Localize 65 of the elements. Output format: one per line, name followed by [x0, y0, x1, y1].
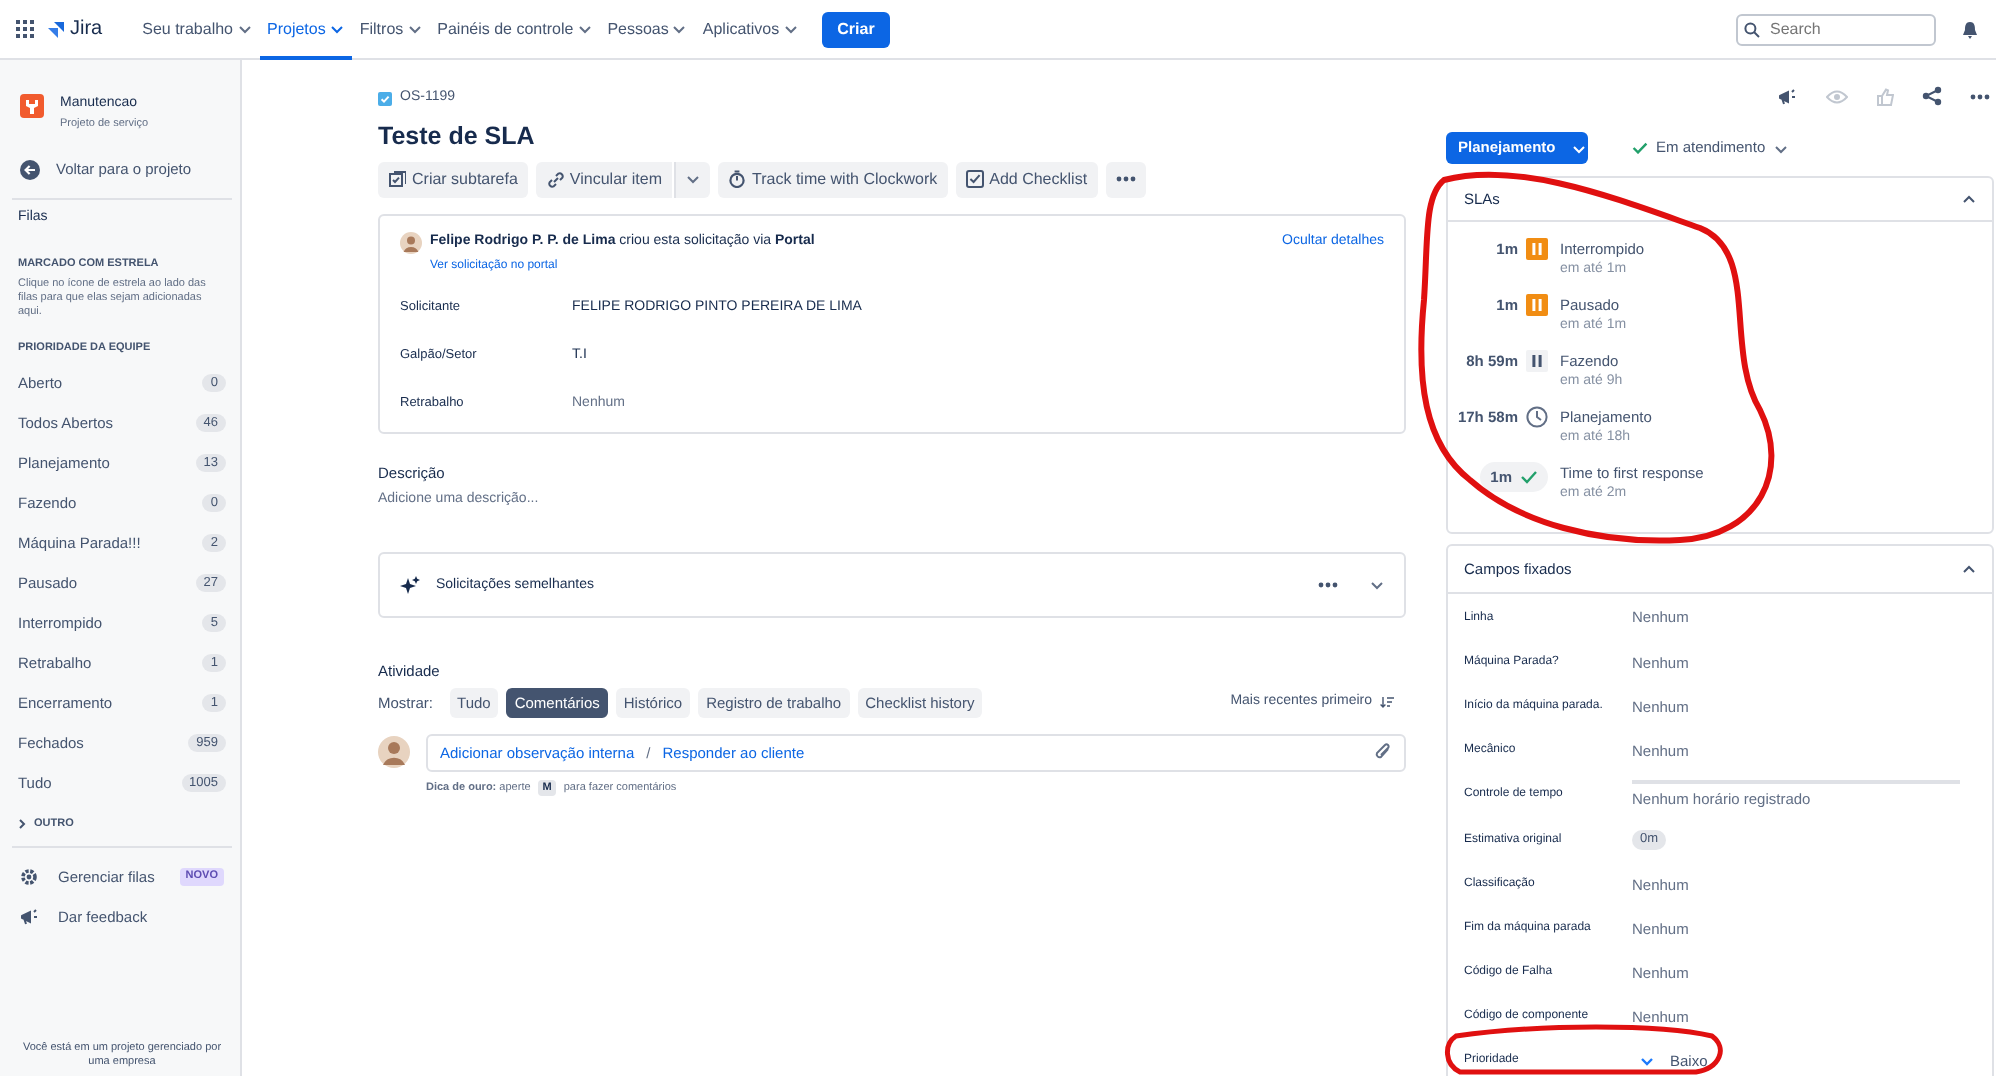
nav-menu[interactable]: Painéis de controle — [429, 0, 600, 59]
more-button[interactable] — [1105, 161, 1146, 197]
chevron-down-icon — [1370, 580, 1384, 591]
megaphone-icon[interactable] — [1778, 87, 1798, 105]
search-icon — [1744, 21, 1760, 37]
pause-icon — [1526, 350, 1548, 373]
more-button[interactable] — [1318, 582, 1338, 589]
chevron-right-icon — [18, 818, 26, 831]
settings-icon — [20, 867, 38, 886]
toolbar-button[interactable]: Track time with Clockwork — [718, 161, 948, 197]
dropdown-button[interactable] — [674, 161, 711, 197]
pause-icon — [1526, 238, 1548, 261]
megaphone-icon — [20, 907, 38, 926]
nav-menu[interactable]: Filtros — [351, 0, 430, 59]
task-type-icon — [378, 91, 392, 106]
search-field[interactable]: Search — [1736, 13, 1936, 45]
pause-icon — [1526, 294, 1548, 317]
toolbar-button[interactable]: Vincular item — [535, 161, 673, 197]
attach-button[interactable] — [1374, 742, 1392, 763]
chevron-down-icon — [672, 24, 687, 34]
check-icon — [1632, 142, 1648, 154]
nav-menu[interactable]: Projetos — [259, 0, 352, 59]
paperclip-icon — [1374, 742, 1392, 763]
chevron-down-icon — [237, 24, 251, 34]
create-button[interactable]: Criar — [821, 11, 891, 47]
logo-icon[interactable] — [46, 19, 66, 39]
chevron-up-icon — [1962, 194, 1976, 204]
user-avatar-icon — [400, 231, 422, 253]
back-arrow-icon — [20, 159, 40, 180]
chevron-up-icon — [1962, 564, 1976, 574]
check-icon — [1520, 470, 1538, 485]
chevron-down-icon — [577, 24, 592, 34]
collapse-button[interactable] — [1962, 194, 1976, 204]
priority-low-icon — [1640, 1056, 1654, 1067]
thumbs-up-icon[interactable] — [1876, 87, 1894, 105]
collapse-button[interactable] — [1962, 564, 1976, 574]
project-avatar-icon[interactable] — [20, 94, 44, 118]
more-icon[interactable] — [1970, 93, 1990, 99]
sparkle-icon — [400, 575, 420, 596]
share-icon[interactable] — [1922, 86, 1942, 106]
chevron-down-icon — [1773, 143, 1788, 153]
toolbar-button[interactable]: Add Checklist — [955, 161, 1098, 197]
clock-icon — [1526, 406, 1548, 429]
toolbar-button[interactable]: Criar subtarefa — [378, 161, 528, 197]
app-switcher-icon[interactable] — [16, 20, 34, 38]
nav-menu[interactable]: Seu trabalho — [134, 0, 259, 59]
checklist-icon — [965, 170, 984, 188]
notification-bell-icon[interactable] — [1960, 19, 1980, 39]
subtask-icon — [388, 170, 406, 188]
chevron-down-icon — [329, 24, 344, 34]
nav-menu[interactable]: Pessoas — [599, 0, 695, 59]
stopwatch-icon — [728, 170, 747, 188]
more-icon — [1115, 176, 1136, 182]
chevron-down-icon — [1571, 143, 1586, 153]
more-icon — [1318, 582, 1338, 589]
sort-icon — [1380, 696, 1394, 709]
chevron-down-icon — [407, 24, 422, 34]
chevron-down-icon — [686, 174, 701, 184]
nav-menu[interactable]: Aplicativos — [694, 0, 806, 59]
logo-text[interactable]: Jira — [70, 14, 103, 44]
expand-button[interactable] — [1370, 580, 1384, 591]
user-avatar-icon — [378, 736, 410, 769]
issue-title: Teste de SLA — [378, 121, 537, 151]
chevron-down-icon — [783, 24, 798, 34]
link-icon — [545, 170, 564, 188]
